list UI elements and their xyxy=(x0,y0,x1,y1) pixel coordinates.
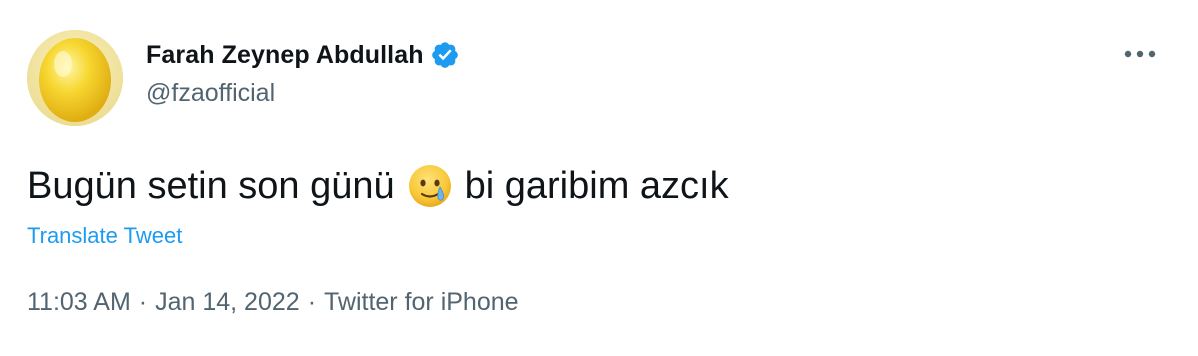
face-holding-back-tears-emoji-icon xyxy=(407,163,453,209)
author-name-row: Farah Zeynep Abdullah xyxy=(146,38,460,72)
tweet-source[interactable]: Twitter for iPhone xyxy=(324,288,519,317)
meta-separator: · xyxy=(138,288,148,316)
author-handle[interactable]: @fzaofficial xyxy=(146,79,275,108)
verified-badge-icon xyxy=(430,40,460,70)
tweet-date[interactable]: Jan 14, 2022 xyxy=(155,288,300,317)
tweet-text: Bugün setin son günü bi garibim azcık xyxy=(27,163,729,209)
meta-separator: · xyxy=(307,288,317,316)
translate-tweet-link[interactable]: Translate Tweet xyxy=(27,223,182,249)
more-options-icon[interactable] xyxy=(1120,40,1160,68)
tweet-metadata: 11:03 AM · Jan 14, 2022 · Twitter for iP… xyxy=(27,288,519,317)
avatar[interactable] xyxy=(27,30,123,126)
tweet-time[interactable]: 11:03 AM xyxy=(27,288,131,317)
tweet-text-part-2: bi garibim azcık xyxy=(464,165,729,207)
tweet-card: Farah Zeynep Abdullah @fzaofficial Bugün… xyxy=(0,0,1198,356)
avatar-balloon-image xyxy=(27,30,123,126)
author-display-name[interactable]: Farah Zeynep Abdullah xyxy=(146,41,424,70)
tweet-text-part-1: Bugün setin son günü xyxy=(27,165,395,207)
